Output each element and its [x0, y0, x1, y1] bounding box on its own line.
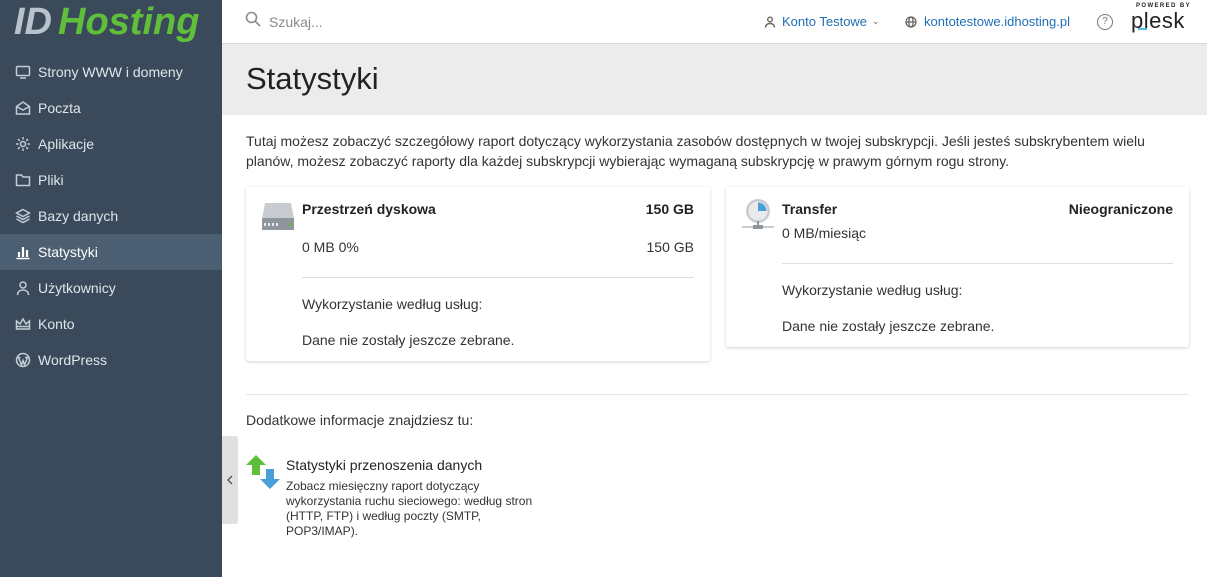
account-label: Konto Testowe — [782, 14, 868, 29]
disk-usage-by-service-label: Wykorzystanie według usług: — [302, 296, 483, 312]
mail-icon — [14, 99, 32, 117]
folder-icon — [14, 171, 32, 189]
network-clock-icon — [742, 197, 774, 236]
disk-space-used: 0 MB 0% — [302, 239, 359, 255]
sidebar-item-users[interactable]: Użytkownicy — [0, 270, 222, 306]
wordpress-icon — [14, 351, 32, 369]
search-box — [245, 11, 725, 32]
sidebar-item-label: WordPress — [38, 352, 107, 368]
section-divider — [246, 394, 1189, 395]
sidebar-item-label: Poczta — [38, 100, 81, 116]
topbar: Konto Testowe ⌄ kontotestowe.idhosting.p… — [222, 0, 1207, 44]
monitor-icon — [14, 63, 32, 81]
user-icon — [14, 279, 32, 297]
intro-text: Tutaj możesz zobaczyć szczegółowy raport… — [246, 133, 1145, 169]
divider — [782, 263, 1173, 264]
sidebar-item-websites[interactable]: Strony WWW i domeny — [0, 54, 222, 90]
hard-drive-icon — [262, 199, 294, 236]
sidebar-item-files[interactable]: Pliki — [0, 162, 222, 198]
transfer-card: Transfer Nieograniczone 0 MB/miesiąc Wyk… — [726, 187, 1189, 347]
chevron-left-icon — [227, 475, 233, 485]
sidebar-item-label: Bazy danych — [38, 208, 119, 224]
page-header: Statystyki — [222, 44, 1207, 115]
search-input[interactable] — [269, 13, 569, 30]
chevron-down-icon: ⌄ — [872, 16, 880, 26]
transfer-no-data-text: Dane nie zostały jeszcze zebrane. — [782, 318, 995, 334]
help-icon[interactable]: ? — [1097, 13, 1113, 30]
sidebar-item-label: Użytkownicy — [38, 280, 116, 296]
plesk-logo: POWERED BY plesk — [1131, 3, 1191, 33]
more-info-label: Dodatkowe informacje znajdziesz tu: — [246, 412, 474, 428]
account-menu[interactable]: Konto Testowe ⌄ — [764, 14, 880, 29]
disk-no-data-text: Dane nie zostały jeszcze zebrane. — [302, 332, 515, 348]
domain-label: kontotestowe.idhosting.pl — [924, 14, 1070, 29]
gear-icon — [14, 135, 32, 153]
svg-text:Hosting: Hosting — [58, 1, 199, 43]
transfer-total: Nieograniczone — [1068, 201, 1173, 217]
disk-space-limit: 150 GB — [646, 239, 694, 255]
sidebar-nav: Strony WWW i domeny Poczta Aplikacje Pli… — [0, 54, 222, 378]
plesk-name: plesk — [1131, 9, 1191, 33]
bar-chart-icon — [14, 243, 32, 261]
transfer-title: Transfer — [782, 201, 838, 217]
sidebar-item-label: Konto — [38, 316, 75, 332]
sidebar-item-mail[interactable]: Poczta — [0, 90, 222, 126]
sidebar-item-label: Aplikacje — [38, 136, 95, 152]
data-transfer-stats-link[interactable]: Statystyki przenoszenia danych — [286, 457, 482, 473]
idhosting-logo[interactable]: ID Hosting — [0, 0, 222, 44]
globe-icon — [905, 15, 917, 28]
data-transfer-stats-description: Zobacz miesięczny raport dotyczący wykor… — [286, 479, 533, 538]
sidebar-item-label: Strony WWW i domeny — [38, 64, 183, 80]
disk-space-card: Przestrzeń dyskowa 150 GB 0 MB 0% 150 GB… — [246, 187, 710, 361]
page-title: Statystyki — [246, 61, 379, 96]
sidebar-item-statistics[interactable]: Statystyki — [0, 234, 222, 270]
sidebar-item-account[interactable]: Konto — [0, 306, 222, 342]
crown-icon — [14, 315, 32, 333]
divider — [302, 277, 694, 278]
domain-link[interactable]: kontotestowe.idhosting.pl — [905, 14, 1070, 29]
user-icon — [764, 16, 776, 28]
sidebar-item-wordpress[interactable]: WordPress — [0, 342, 222, 378]
transfer-usage-by-service-label: Wykorzystanie według usług: — [782, 282, 963, 298]
sidebar: ID Hosting Strony WWW i domeny Poczta Ap… — [0, 0, 222, 577]
sidebar-item-label: Statystyki — [38, 244, 98, 260]
sidebar-collapse-button[interactable] — [222, 436, 238, 524]
transfer-used: 0 MB/miesiąc — [782, 225, 867, 241]
sidebar-item-label: Pliki — [38, 172, 64, 188]
transfer-arrows-icon — [246, 455, 280, 489]
svg-text:ID: ID — [14, 1, 52, 43]
sidebar-item-databases[interactable]: Bazy danych — [0, 198, 222, 234]
search-icon — [245, 11, 261, 32]
sidebar-item-applications[interactable]: Aplikacje — [0, 126, 222, 162]
disk-space-title: Przestrzeń dyskowa — [302, 201, 436, 217]
disk-space-total: 150 GB — [645, 201, 694, 217]
layers-icon — [14, 207, 32, 225]
